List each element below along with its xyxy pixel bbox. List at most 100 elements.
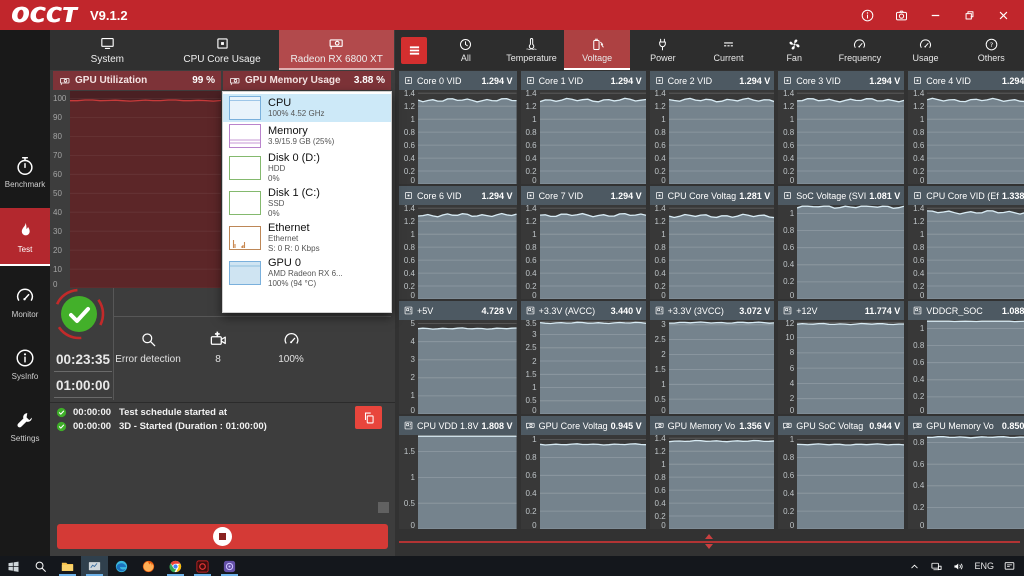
chart-title: Core 6 VID — [417, 191, 479, 201]
axis-tick-label: 20 — [53, 246, 62, 255]
tray-network[interactable] — [930, 560, 943, 573]
chart-header[interactable]: CPU VDD 1.8V 1.808 V — [399, 416, 517, 435]
axis-tick-label: 0 — [908, 406, 924, 415]
axis-tick-label: 1.2 — [521, 217, 537, 226]
axis-tick-label: 1.4 — [650, 89, 666, 98]
device-tab[interactable]: Radeon RX 6800 XT — [279, 30, 394, 70]
device-tab[interactable]: CPU Core Usage — [165, 30, 280, 70]
taskbar-occt[interactable] — [189, 556, 216, 576]
taskbar-start[interactable] — [0, 556, 27, 576]
chart-header[interactable]: GPU SoC Voltag 0.944 V — [778, 416, 904, 435]
axis-tick-label: 0.2 — [908, 392, 924, 401]
axis-tick-label: 0.6 — [650, 141, 666, 150]
resource-item-memory[interactable]: Memory 3.9/15.9 GB (25%) — [223, 122, 391, 150]
monitoring-tab-temperature[interactable]: Temperature — [499, 30, 565, 70]
chart-header[interactable]: Core 2 VID 1.294 V — [650, 71, 775, 90]
axis-tick-label: 2 — [399, 373, 415, 382]
resource-detail: 100% (94 °C) — [268, 279, 385, 289]
axis-tick-label: 10 — [778, 333, 794, 342]
copy-log-button[interactable] — [355, 406, 382, 429]
axis-tick-label: 5 — [399, 319, 415, 328]
sidebar-item-settings[interactable]: Settings — [0, 400, 50, 452]
chart-header[interactable]: GPU Memory Vo 0.850 V — [908, 416, 1024, 435]
close-button[interactable] — [994, 6, 1012, 24]
axis-tick-label: 60 — [53, 170, 62, 179]
taskbar-search[interactable] — [27, 556, 54, 576]
axis-tick-label: 1.4 — [908, 204, 924, 213]
resource-item-ethernet[interactable]: Ethernet EthernetS: 0 R: 0 Kbps — [223, 220, 391, 255]
sidebar-item-sysinfo[interactable]: SysInfo — [0, 338, 50, 390]
resource-detail: HDD — [268, 164, 385, 174]
sidebar: Benchmark Test Monitor SysInfo Settings — [0, 30, 50, 556]
chart-header[interactable]: VDDCR_SOC 1.088 V — [908, 301, 1024, 320]
sidebar-item-test[interactable]: Test — [0, 208, 50, 266]
load-control[interactable]: 100% — [260, 330, 322, 365]
resource-item-disk-1-c-[interactable]: Disk 1 (C:) SSD0% — [223, 185, 391, 220]
sidebar-item-monitor[interactable]: Monitor — [0, 276, 50, 328]
axis-tick-label: 6 — [778, 364, 794, 373]
resource-item-cpu[interactable]: CPU 100% 4.52 GHz — [223, 94, 391, 122]
chart-header[interactable]: +3.3V (AVCC) 3.440 V — [521, 301, 646, 320]
monitoring-tab-others[interactable]: ?Others — [958, 30, 1024, 70]
chart-plot: 3.532.521.510.50 — [521, 320, 646, 414]
axis-tick-label: 0 — [778, 291, 794, 300]
info-button[interactable] — [858, 6, 876, 24]
axis-tick-label: 0.6 — [521, 471, 537, 480]
chart-header[interactable]: Core 3 VID 1.294 V — [778, 71, 904, 90]
monitoring-tab-voltage[interactable]: Voltage — [564, 30, 630, 70]
axis-tick-label: 1 — [778, 115, 794, 124]
monitoring-menu-button[interactable] — [401, 37, 427, 64]
chart-header[interactable]: CPU Core VID (Ef 1.338 V — [908, 186, 1024, 205]
chart-header[interactable]: +5V 4.728 V — [399, 301, 517, 320]
monitoring-tab-frequency[interactable]: Frequency — [827, 30, 893, 70]
minimize-button[interactable] — [926, 6, 944, 24]
resource-detail: 0% — [268, 209, 385, 219]
notification-center[interactable] — [1003, 560, 1016, 573]
axis-tick-label: 0.4 — [650, 499, 666, 508]
chart-header[interactable]: Core 1 VID 1.294 V — [521, 71, 646, 90]
scrollbar-horizontal[interactable] — [399, 541, 1020, 543]
monitoring-tab-current[interactable]: Current — [696, 30, 762, 70]
tray-chevup[interactable] — [908, 560, 921, 573]
chart-header[interactable]: GPU Memory Vo 1.356 V — [650, 416, 775, 435]
monitoring-tab-power[interactable]: Power — [630, 30, 696, 70]
monitoring-tab-label: Voltage — [582, 53, 612, 63]
screenshot-button[interactable] — [892, 6, 910, 24]
taskbar-task-manager[interactable] — [81, 556, 108, 576]
taskbar-file-explorer[interactable] — [54, 556, 81, 576]
chart-header[interactable]: Core 4 VID 1.294 V — [908, 71, 1024, 90]
chart-plot: 1.41.210.80.60.40.20 — [399, 205, 517, 299]
taskbar-purple-app[interactable] — [216, 556, 243, 576]
resource-item-gpu-0[interactable]: GPU 0 AMD Radeon RX 6...100% (94 °C) — [223, 255, 391, 290]
chart-header[interactable]: CPU Core Voltag 1.281 V — [650, 186, 775, 205]
chart-header[interactable]: +3.3V (3VCC) 3.072 V — [650, 301, 775, 320]
stop-test-button[interactable] — [57, 524, 388, 549]
taskbar-chrome[interactable] — [162, 556, 189, 576]
chart-header[interactable]: Core 6 VID 1.294 V — [399, 186, 517, 205]
restore-button[interactable] — [960, 6, 978, 24]
resource-item-disk-0-d-[interactable]: Disk 0 (D:) HDD0% — [223, 150, 391, 185]
taskbar-firefox[interactable] — [135, 556, 162, 576]
tray-volume[interactable] — [952, 560, 965, 573]
monitoring-tab-fan[interactable]: Fan — [761, 30, 827, 70]
voltage-chart-cell: Core 1 VID 1.294 V 1.41.210.80.60.40.20 — [521, 71, 646, 184]
chart-header[interactable]: Core 7 VID 1.294 V — [521, 186, 646, 205]
chart-header[interactable]: Core 0 VID 1.294 V — [399, 71, 517, 90]
gpu-utilization-header[interactable]: GPU Utilization 99 % — [53, 71, 221, 90]
scroll-marker-down — [705, 544, 713, 549]
capture-control[interactable]: 8 — [190, 330, 246, 365]
device-tab[interactable]: System — [50, 30, 165, 70]
taskbar-edge[interactable] — [108, 556, 135, 576]
gpu-memory-header[interactable]: GPU Memory Usage 3.88 % — [223, 71, 391, 90]
chart-header[interactable]: SoC Voltage (SVI 1.081 V — [778, 186, 904, 205]
error-detection-control[interactable]: Error detection — [112, 330, 184, 365]
monitoring-tab-all[interactable]: All — [433, 30, 499, 70]
chart-header[interactable]: +12V 11.774 V — [778, 301, 904, 320]
sidebar-item-benchmark[interactable]: Benchmark — [0, 146, 50, 198]
axis-tick-label: 0 — [521, 406, 537, 415]
scrollbar-thumb[interactable] — [378, 502, 389, 513]
chart-title: VDDCR_SOC — [926, 306, 999, 316]
monitoring-tab-usage[interactable]: Usage — [893, 30, 959, 70]
chart-header[interactable]: GPU Core Voltag 0.945 V — [521, 416, 646, 435]
language-indicator[interactable]: ENG — [974, 561, 994, 571]
